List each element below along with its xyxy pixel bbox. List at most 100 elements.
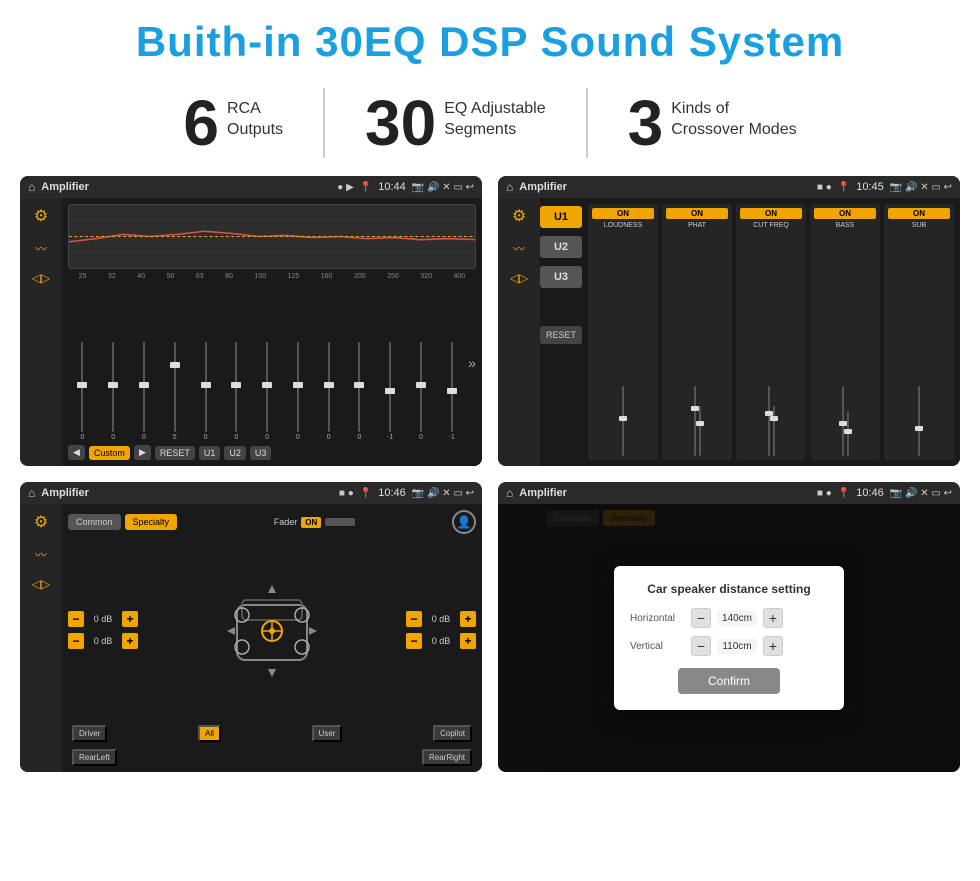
- fader-on-btn[interactable]: ON: [301, 517, 321, 528]
- rearright-btn[interactable]: RearRight: [422, 749, 472, 766]
- time-s1: 10:44: [378, 181, 406, 193]
- profile-icon-s3[interactable]: 👤: [452, 510, 476, 534]
- eq-icon-s3[interactable]: ⚙: [34, 512, 48, 532]
- vertical-minus-btn[interactable]: −: [691, 636, 711, 656]
- wave-icon-s3[interactable]: 〰: [35, 546, 47, 563]
- custom-btn[interactable]: Custom: [89, 446, 130, 460]
- wave-icon-s1[interactable]: 〰: [35, 240, 47, 257]
- db2-value: 0 dB: [88, 636, 118, 646]
- db2-minus[interactable]: −: [68, 633, 84, 649]
- eq-slider-13[interactable]: -1: [437, 342, 466, 441]
- confirm-button[interactable]: Confirm: [678, 668, 780, 694]
- eq-slider-2[interactable]: 0: [99, 342, 128, 441]
- status-dot-s4: ■ ●: [817, 488, 832, 499]
- db1-minus[interactable]: −: [68, 611, 84, 627]
- dialog-title: Car speaker distance setting: [630, 582, 828, 596]
- status-dot-s1: ● ▶: [337, 182, 354, 193]
- eq-slider-1[interactable]: 0: [68, 342, 97, 441]
- copilot-btn[interactable]: Copilot: [433, 725, 472, 742]
- vertical-field: Vertical − 110cm +: [630, 636, 828, 656]
- eq-slider-11[interactable]: -1: [376, 342, 405, 441]
- db-row-4: − 0 dB +: [406, 633, 476, 649]
- reset-amp-btn[interactable]: RESET: [540, 326, 582, 344]
- screen3-body: ⚙ 〰 ◁▷ Common Specialty Fader ON 👤: [20, 504, 482, 772]
- u3-select-btn[interactable]: U3: [540, 266, 582, 288]
- vertical-plus-btn[interactable]: +: [763, 636, 783, 656]
- vertical-value: 110cm: [717, 639, 757, 654]
- db3-minus[interactable]: −: [406, 611, 422, 627]
- screen4-card: ⌂ Amplifier ■ ● 📍 10:46 📷 🔊 ✕ ▭ ↩ Common…: [498, 482, 960, 772]
- db2-plus[interactable]: +: [122, 633, 138, 649]
- horizontal-field: Horizontal − 140cm +: [630, 608, 828, 628]
- driver-btn[interactable]: Driver: [72, 725, 107, 742]
- db4-minus[interactable]: −: [406, 633, 422, 649]
- home-icon-s4: ⌂: [506, 486, 513, 500]
- specialty-tab[interactable]: Specialty: [125, 514, 178, 530]
- u1-btn[interactable]: U1: [199, 446, 221, 460]
- eq-slider-12[interactable]: 0: [407, 342, 436, 441]
- eq-slider-6[interactable]: 0: [222, 342, 251, 441]
- dialog-overlay: Car speaker distance setting Horizontal …: [498, 504, 960, 772]
- fader-group: Fader ON: [274, 517, 356, 528]
- eq-slider-10[interactable]: 0: [345, 342, 374, 441]
- sub-label: SUB: [912, 222, 926, 229]
- ch-cutfreq: ON CUT FREQ: [736, 204, 806, 460]
- rearleft-btn[interactable]: RearLeft: [72, 749, 117, 766]
- eq-icon-s1[interactable]: ⚙: [34, 206, 48, 226]
- db3-plus[interactable]: +: [460, 611, 476, 627]
- u2-btn[interactable]: U2: [224, 446, 246, 460]
- eq-slider-9[interactable]: 0: [314, 342, 343, 441]
- user-btn[interactable]: User: [312, 725, 343, 742]
- speaker-left-col: ⚙ 〰 ◁▷: [20, 504, 62, 772]
- phat-on-btn[interactable]: ON: [666, 208, 728, 219]
- prev-btn[interactable]: ◀: [68, 445, 85, 460]
- vol-icon-s1[interactable]: ◁▷: [32, 271, 50, 285]
- u1-select-btn[interactable]: U1: [540, 206, 582, 228]
- db4-value: 0 dB: [426, 636, 456, 646]
- horizontal-plus-btn[interactable]: +: [763, 608, 783, 628]
- db-row-3: − 0 dB +: [406, 611, 476, 627]
- ch-sub: ON SUB: [884, 204, 954, 460]
- horizontal-minus-btn[interactable]: −: [691, 608, 711, 628]
- ch-loudness: ON LOUDNESS: [588, 204, 658, 460]
- play-btn[interactable]: ▶: [134, 445, 151, 460]
- cutfreq-on-btn[interactable]: ON: [740, 208, 802, 219]
- db1-plus[interactable]: +: [122, 611, 138, 627]
- db4-plus[interactable]: +: [460, 633, 476, 649]
- sub-on-btn[interactable]: ON: [888, 208, 950, 219]
- u3-btn[interactable]: U3: [250, 446, 272, 460]
- status-pin-s3: 📍: [360, 488, 372, 499]
- loudness-on-btn[interactable]: ON: [592, 208, 654, 219]
- common-tab[interactable]: Common: [68, 514, 121, 530]
- vol-icon-s2[interactable]: ◁▷: [510, 271, 528, 285]
- status-pin-s4: 📍: [838, 488, 850, 499]
- eq-icon-s2[interactable]: ⚙: [512, 206, 526, 226]
- eq-slider-3[interactable]: 0: [130, 342, 159, 441]
- screen4-body: Common Specialty Car speaker distance se…: [498, 504, 960, 772]
- all-btn[interactable]: All: [198, 725, 221, 742]
- status-dot-s3: ■ ●: [339, 488, 354, 499]
- stat-label-crossover: Kinds ofCrossover Modes: [671, 91, 796, 141]
- wave-icon-s2[interactable]: 〰: [513, 240, 525, 257]
- eq-slider-5[interactable]: 0: [191, 342, 220, 441]
- page-title: Buith-in 30EQ DSP Sound System: [0, 0, 980, 78]
- expand-icon[interactable]: »: [468, 355, 476, 371]
- db3-value: 0 dB: [426, 614, 456, 624]
- eq-slider-8[interactable]: 0: [283, 342, 312, 441]
- vol-icon-s3[interactable]: ◁▷: [32, 577, 50, 591]
- screen4-statusbar: ⌂ Amplifier ■ ● 📍 10:46 📷 🔊 ✕ ▭ ↩: [498, 482, 960, 504]
- spacer: [117, 749, 422, 766]
- stat-eq: 30 EQ AdjustableSegments: [325, 91, 586, 155]
- main-panel-s1: 253240506380100125160200250320400 0 0 0: [62, 198, 482, 466]
- home-icon-s1: ⌂: [28, 180, 35, 194]
- eq-slider-7[interactable]: 0: [253, 342, 282, 441]
- fader-slider[interactable]: [325, 518, 355, 526]
- bass-on-btn[interactable]: ON: [814, 208, 876, 219]
- reset-btn[interactable]: RESET: [155, 446, 195, 460]
- eq-slider-4[interactable]: 5: [160, 342, 189, 441]
- stat-label-eq: EQ AdjustableSegments: [444, 91, 545, 141]
- dialog-box: Car speaker distance setting Horizontal …: [614, 566, 844, 710]
- u2-select-btn[interactable]: U2: [540, 236, 582, 258]
- right-db-controls: − 0 dB + − 0 dB +: [406, 611, 476, 649]
- eq-sliders: 0 0 0 5 0: [68, 284, 476, 441]
